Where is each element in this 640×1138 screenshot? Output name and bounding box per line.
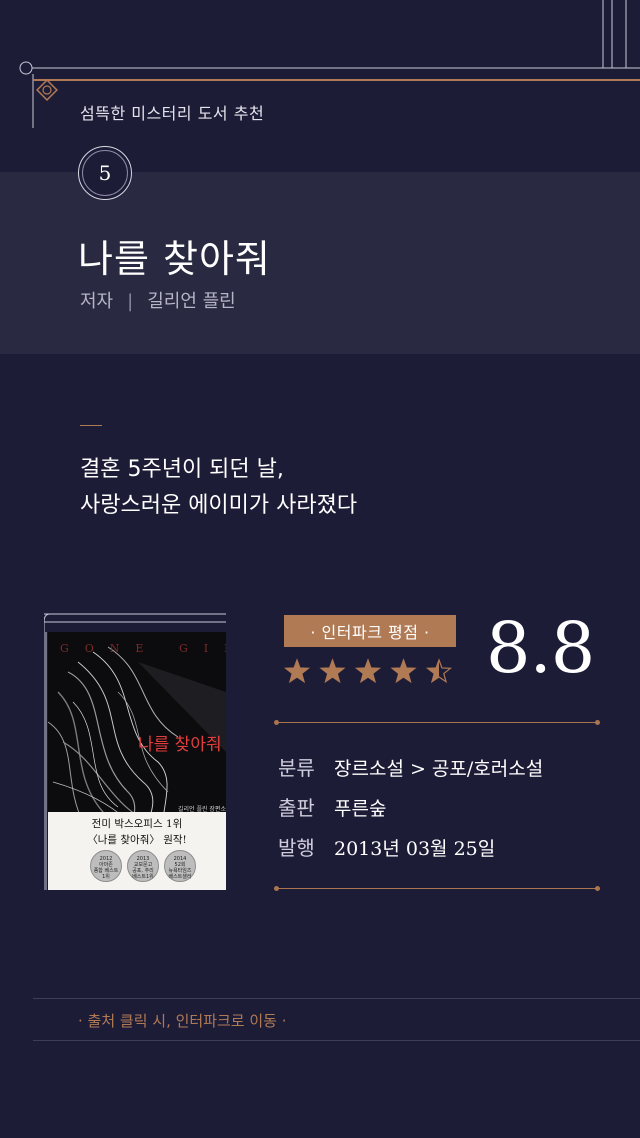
cover-korean-title: 나를 찾아줘 (138, 735, 222, 755)
footer-divider-bottom (33, 1040, 640, 1041)
detail-value: 2013년 03월 25일 (334, 838, 496, 860)
cover-blurb-line: 전미 박스오피스 1위 (91, 818, 183, 830)
source-link[interactable]: · 출처 클릭 시, 인터파크로 이동 · (78, 1010, 287, 1031)
footer-divider-top (33, 998, 640, 999)
cover-blurb: 전미 박스오피스 1위 〈나를 찾아줘〉 원작! (48, 816, 226, 848)
series-title: 섬뜩한 미스터리 도서 추천 (80, 104, 265, 123)
divider-top (274, 720, 600, 725)
award-medal: 2012 아마존 종합 베스트 1위 (90, 850, 122, 882)
book-number-badge: 5 (78, 146, 132, 200)
tagline-line: 결혼 5주년이 되던 날, (80, 457, 284, 482)
detail-key: 출판 (278, 796, 315, 820)
detail-key: 분류 (278, 756, 315, 780)
detail-row-publisher: 출판 푸른숲 (278, 788, 543, 828)
award-medal: 2013 교보문고 공포, 추리 베스트1위 (127, 850, 159, 882)
divider-dash (80, 425, 102, 426)
star-icon (354, 658, 382, 684)
detail-key: 발행 (278, 836, 315, 860)
author-line: 저자 | 길리언 플린 (80, 287, 236, 313)
author-label: 저자 (80, 291, 114, 312)
star-icon (390, 658, 417, 684)
star-icon (284, 658, 311, 684)
book-details: 분류 장르소설 > 공포/호러소설 출판 푸른숲 발행 2013년 03월 25일 (278, 748, 543, 868)
detail-row-category: 분류 장르소설 > 공포/호러소설 (278, 748, 543, 788)
cover-blurb-line: 〈나를 찾아줘〉 원작! (87, 834, 187, 846)
tagline-line: 사랑스러운 에이미가 사라졌다 (80, 493, 358, 518)
cover-english-title: GONE GIRL (60, 642, 226, 655)
award-medal: 2014 52회 뉴욕타임즈 베스트셀러 (164, 850, 196, 882)
star-icon (425, 658, 453, 684)
detail-value: 장르소설 > 공포/호러소설 (334, 758, 544, 780)
star-icon (319, 658, 346, 684)
divider-bottom (274, 886, 600, 891)
tagline: 결혼 5주년이 되던 날, 사랑스러운 에이미가 사라졌다 (80, 452, 357, 524)
book-number: 5 (82, 150, 128, 196)
book-cover[interactable]: GONE GIRL 나를 찾아줘 길리언 플린 장편소설 · 강선재 옮김 전미… (44, 610, 230, 894)
rating-label: · 인터파크 평점 · (284, 615, 456, 647)
author-name: 길리언 플린 (147, 291, 236, 312)
rating-score: 8.8 (486, 607, 595, 689)
star-rating (284, 658, 453, 684)
detail-row-published: 발행 2013년 03월 25일 (278, 828, 543, 868)
detail-value: 푸른숲 (334, 798, 387, 820)
author-separator: | (127, 291, 134, 312)
book-title: 나를 찾아줘 (78, 237, 271, 281)
